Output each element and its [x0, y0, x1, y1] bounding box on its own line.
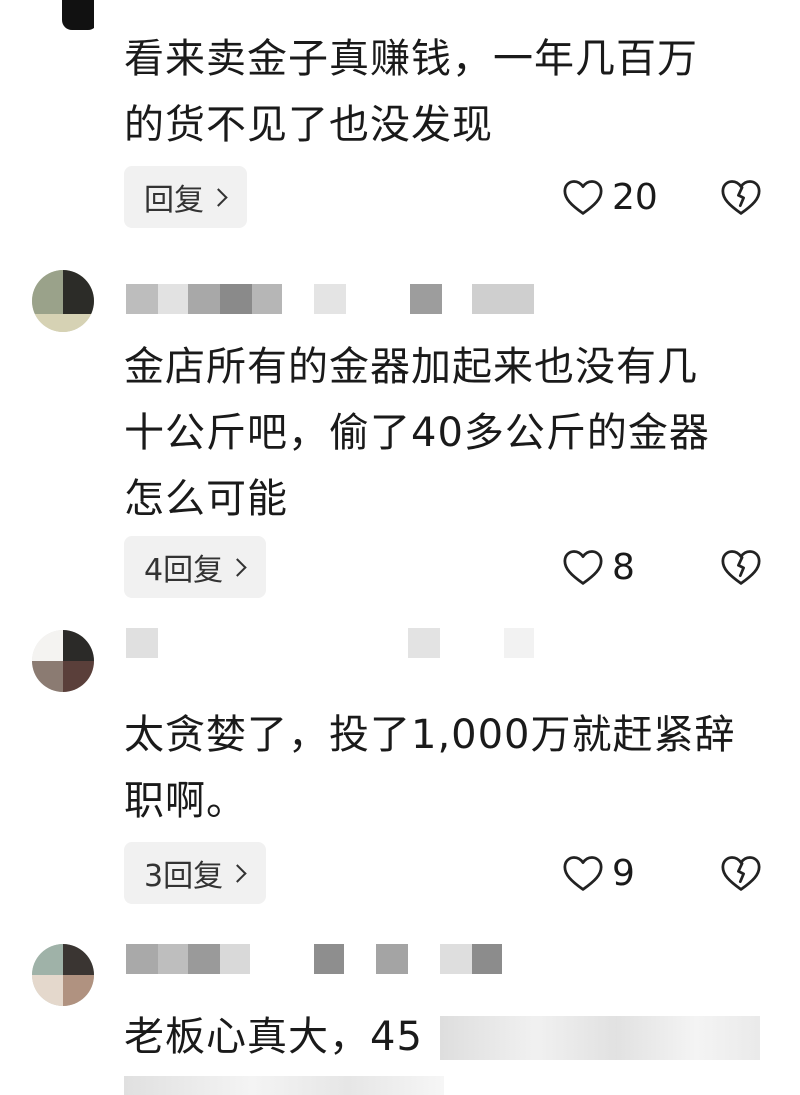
chevron-right-icon — [209, 187, 228, 207]
like-button[interactable]: 8 — [562, 536, 635, 598]
reply-button[interactable]: 4回复 — [124, 536, 267, 598]
username-mosaic[interactable] — [126, 628, 546, 658]
reply-label: 4回复 — [144, 553, 224, 588]
avatar[interactable] — [32, 630, 94, 692]
like-count: 9 — [612, 852, 635, 894]
username-mosaic[interactable] — [126, 944, 546, 974]
comment-text: 看来卖金子真赚钱，一年几百万 的货不见了也没发现 — [124, 36, 698, 148]
heart-outline-icon — [563, 180, 603, 215]
dislike-button[interactable] — [720, 166, 762, 228]
reply-label: 3回复 — [144, 859, 224, 894]
blurred-text — [124, 1076, 444, 1095]
like-count: 20 — [612, 176, 658, 218]
like-count: 8 — [612, 546, 635, 588]
heart-outline-icon — [563, 856, 603, 891]
avatar[interactable] — [32, 270, 94, 332]
broken-heart-icon — [721, 180, 761, 215]
broken-heart-icon — [721, 550, 761, 585]
avatar[interactable] — [32, 944, 94, 1006]
comment-text: 金店所有的金器加起来也没有几 十公斤吧，偷了40多公斤的金器 怎么可能 — [124, 344, 710, 522]
reply-label: 回复 — [144, 183, 204, 218]
heart-outline-icon — [563, 550, 603, 585]
dislike-button[interactable] — [720, 842, 762, 904]
dislike-button[interactable] — [720, 536, 762, 598]
reply-button[interactable]: 回复 — [124, 166, 247, 228]
like-button[interactable]: 9 — [562, 842, 635, 904]
broken-heart-icon — [721, 856, 761, 891]
username-mosaic[interactable] — [126, 284, 546, 314]
chevron-right-icon — [228, 863, 247, 883]
comment-text: 太贪婪了，投了1,000万就赶紧辞 职啊。 — [124, 712, 736, 824]
reply-button[interactable]: 3回复 — [124, 842, 267, 904]
avatar-partial[interactable] — [62, 0, 94, 30]
blurred-text — [440, 1016, 760, 1060]
like-button[interactable]: 20 — [562, 166, 658, 228]
chevron-right-icon — [228, 557, 247, 577]
